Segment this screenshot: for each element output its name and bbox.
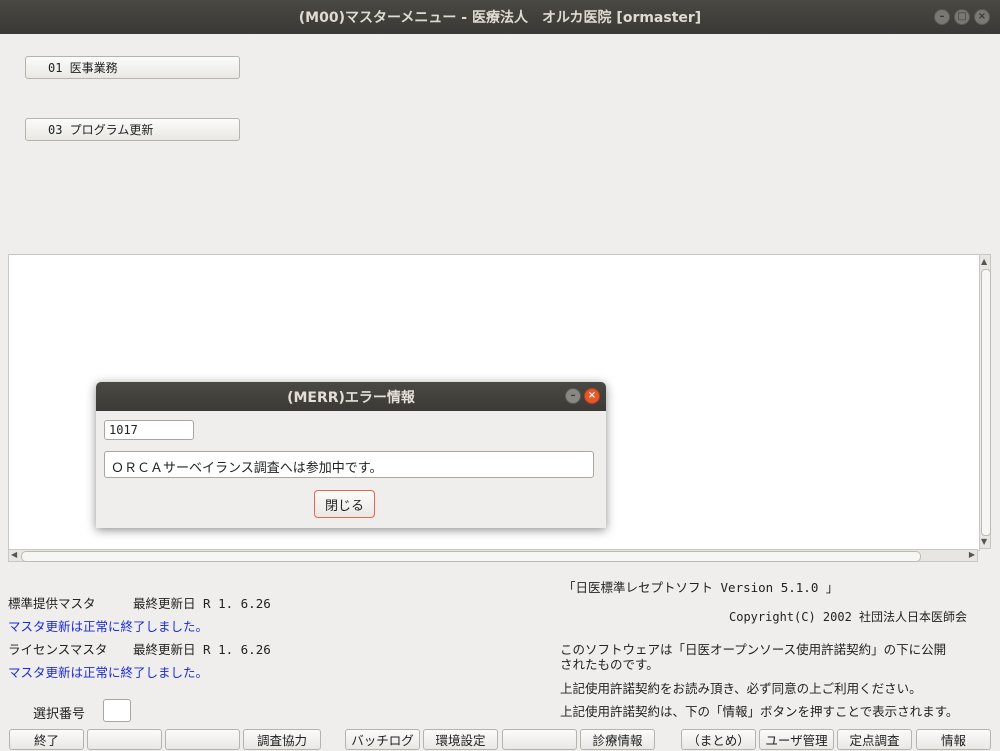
std-master-date: 最終更新日 R 1. 6.26 xyxy=(133,596,271,611)
menu-button-01[interactable]: 01 医事業務 xyxy=(25,56,240,79)
footer-button-fixed-point-survey[interactable]: 定点調査 xyxy=(837,729,912,750)
footer-button-batch-log[interactable]: バッチログ xyxy=(345,729,420,750)
scroll-up-icon[interactable]: ▲ xyxy=(981,257,987,266)
license-master-label: ライセンスマスタ xyxy=(8,642,108,657)
dialog-close-icon[interactable]: × xyxy=(584,388,600,404)
footer-button-summary[interactable]: （まとめ） xyxy=(681,729,756,750)
footer-button-blank-1[interactable] xyxy=(87,729,162,750)
maximize-icon[interactable]: □ xyxy=(954,9,970,25)
footer-button-clinical-info[interactable]: 診療情報 xyxy=(580,729,655,750)
scroll-right-icon[interactable]: ▶ xyxy=(969,550,975,559)
dialog-titlebar: (MERR)エラー情報 – × xyxy=(96,382,606,411)
license-master-message: マスタ更新は正常に終了しました。 xyxy=(8,665,209,680)
product-version: 「日医標準レセプトソフト Version 5.1.0 」 xyxy=(563,580,839,595)
dialog-controls: – × xyxy=(565,388,600,404)
dialog-close-button[interactable]: 閉じる xyxy=(314,490,375,518)
footer-button-exit[interactable]: 終了 xyxy=(9,729,84,750)
license-text-2: されたものです。 xyxy=(560,657,659,672)
std-master-label: 標準提供マスタ xyxy=(8,596,96,611)
license-text-4: 上記使用許諾契約は、下の「情報」ボタンを押すことで表示されます。 xyxy=(560,704,959,719)
error-dialog: (MERR)エラー情報 – × 1017 ＯＲＣＡサーベイランス調査へは参加中で… xyxy=(96,382,606,528)
menu-button-03[interactable]: 03 プログラム更新 xyxy=(25,118,240,141)
license-text-3: 上記使用許諾契約をお読み頂き、必ず同意の上ご利用ください。 xyxy=(560,681,922,696)
footer-button-blank-3[interactable] xyxy=(502,729,577,750)
scroll-left-icon[interactable]: ◀ xyxy=(11,550,17,559)
selection-number-input[interactable] xyxy=(103,699,131,722)
copyright-text: Copyright(C) 2002 社団法人日本医師会 xyxy=(729,610,968,624)
footer-button-info[interactable]: 情報 xyxy=(916,729,991,750)
vertical-scrollbar[interactable]: ▲ ▼ xyxy=(979,254,991,549)
license-master-date: 最終更新日 R 1. 6.26 xyxy=(133,642,271,657)
minimize-icon[interactable]: – xyxy=(934,9,950,25)
horizontal-scroll-thumb[interactable] xyxy=(21,551,921,562)
error-message-field[interactable]: ＯＲＣＡサーベイランス調査へは参加中です。 xyxy=(104,451,594,478)
footer-button-settings[interactable]: 環境設定 xyxy=(423,729,498,750)
error-code-field[interactable]: 1017 xyxy=(104,420,194,440)
close-icon[interactable]: × xyxy=(974,9,990,25)
window-titlebar: (M00)マスターメニュー - 医療法人 オルカ医院 [ormaster] – … xyxy=(0,0,1000,34)
horizontal-scrollbar[interactable]: ◀ ▶ xyxy=(8,549,978,562)
footer-button-user-admin[interactable]: ユーザ管理 xyxy=(759,729,834,750)
selection-number-label: 選択番号 xyxy=(33,707,86,722)
dialog-minimize-icon[interactable]: – xyxy=(565,388,581,404)
std-master-message: マスタ更新は正常に終了しました。 xyxy=(8,619,209,634)
scroll-down-icon[interactable]: ▼ xyxy=(981,537,987,546)
vertical-scroll-thumb[interactable] xyxy=(981,269,991,536)
window-title: (M00)マスターメニュー - 医療法人 オルカ医院 [ormaster] xyxy=(298,10,702,26)
footer-button-survey-cooperation[interactable]: 調査協力 xyxy=(243,729,321,750)
window-controls: – □ × xyxy=(934,9,990,25)
dialog-title: (MERR)エラー情報 xyxy=(287,389,415,406)
footer-button-blank-2[interactable] xyxy=(165,729,240,750)
